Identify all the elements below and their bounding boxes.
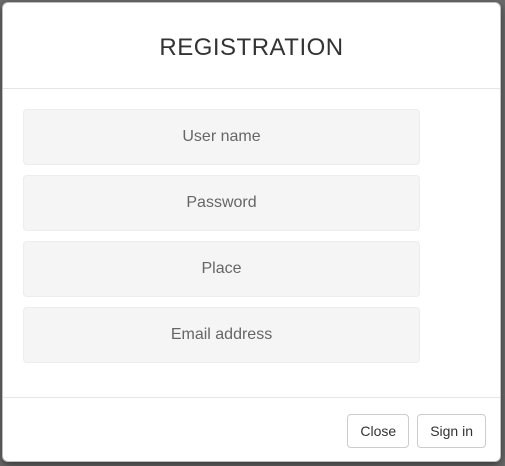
username-field[interactable] <box>23 109 420 165</box>
registration-form <box>3 89 500 397</box>
sign-in-button[interactable]: Sign in <box>417 413 486 448</box>
modal-title: REGISTRATION <box>159 33 344 61</box>
password-field[interactable] <box>23 175 420 231</box>
place-field[interactable] <box>23 241 420 297</box>
email-field[interactable] <box>23 307 420 363</box>
close-button[interactable]: Close <box>347 413 410 448</box>
registration-modal: REGISTRATION Close Sign in <box>2 2 501 462</box>
modal-footer: Close Sign in <box>3 397 500 461</box>
modal-header: REGISTRATION <box>3 3 500 89</box>
